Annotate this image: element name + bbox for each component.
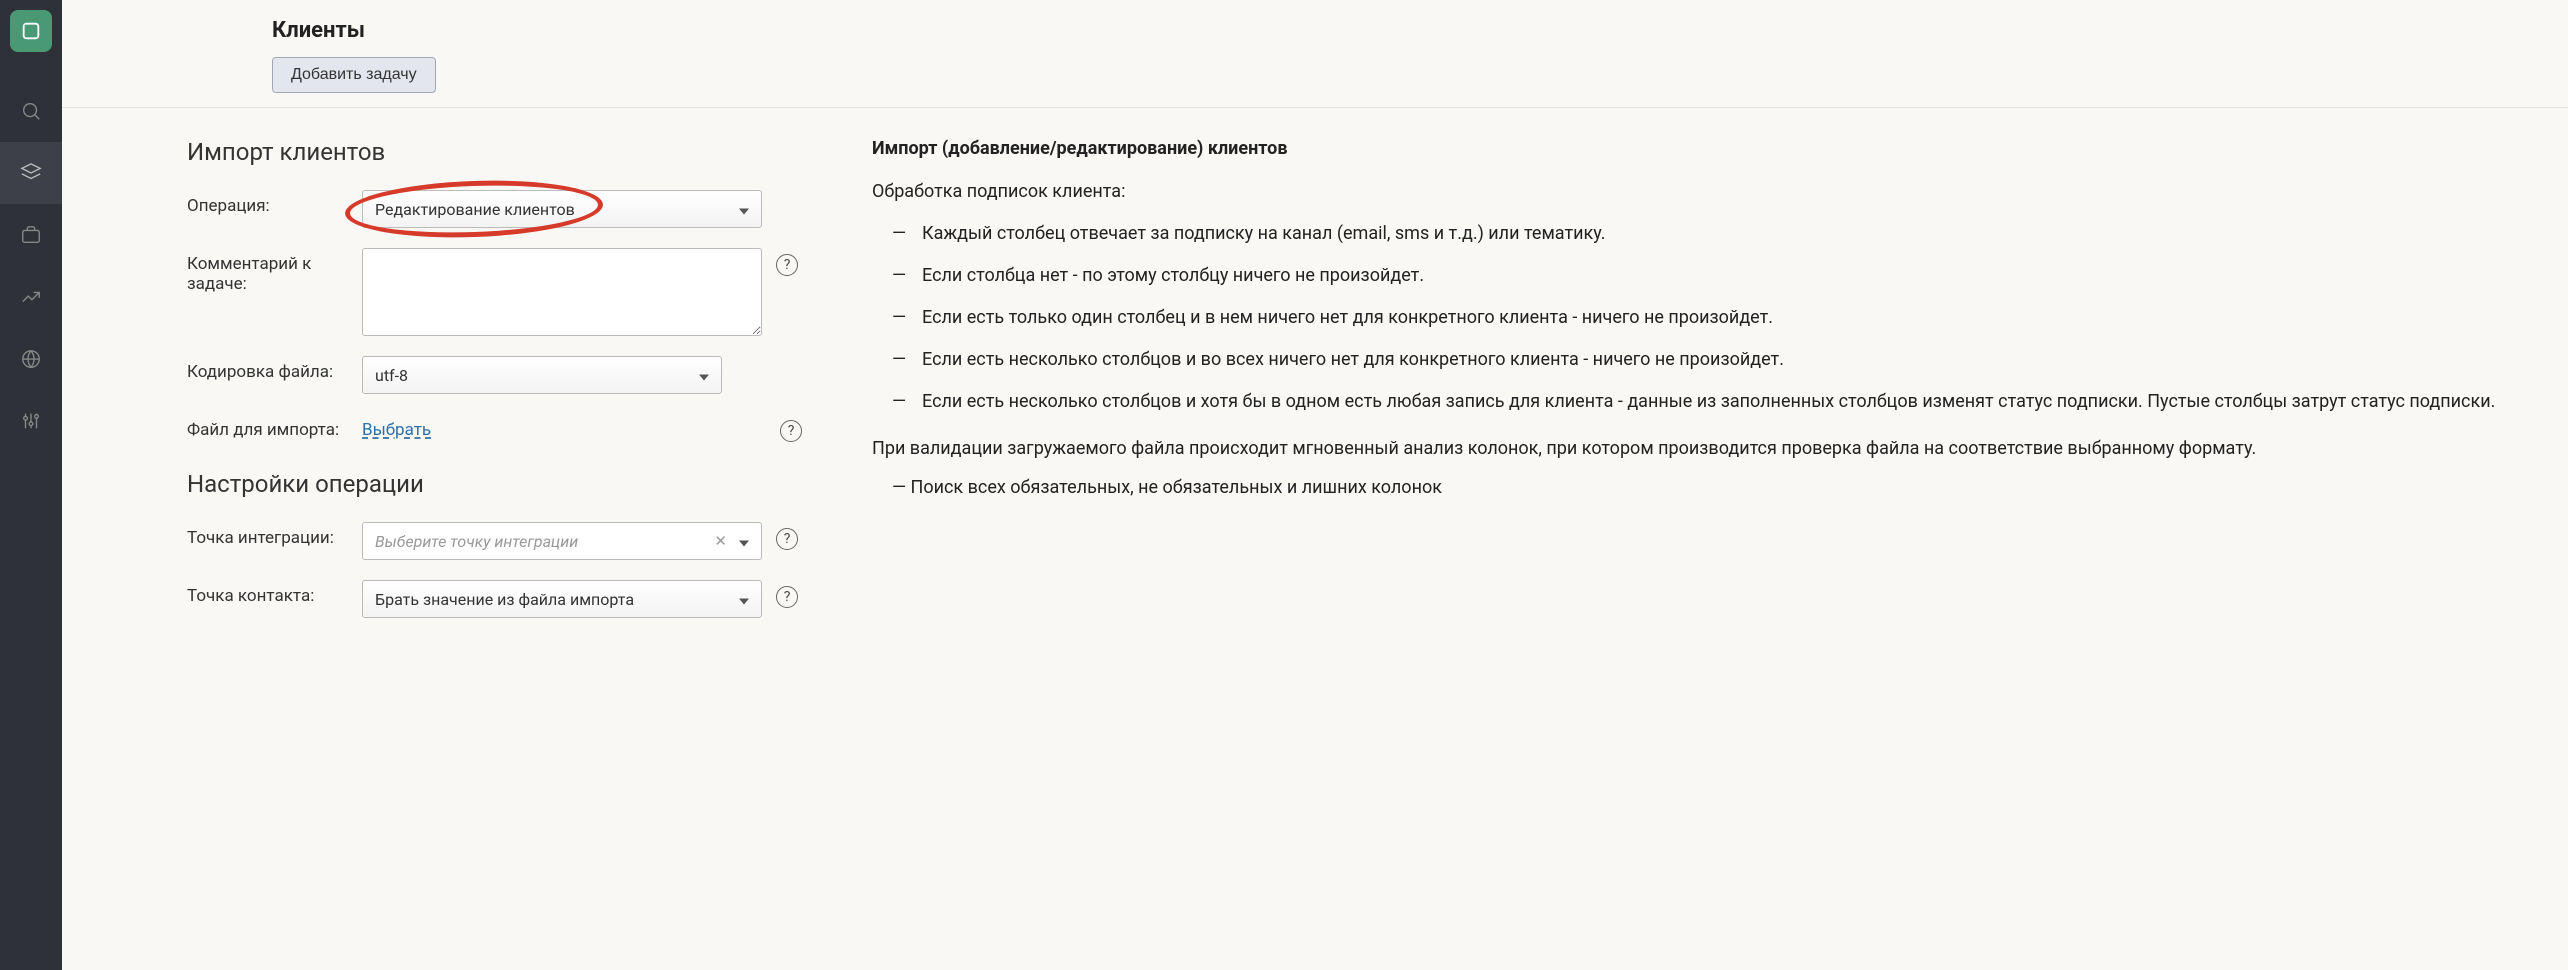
globe-icon <box>20 348 42 370</box>
layers-icon <box>20 162 42 184</box>
caret-down-icon <box>739 590 749 609</box>
encoding-value: utf-8 <box>375 366 408 385</box>
comment-textarea[interactable] <box>362 248 762 336</box>
section-import-title: Импорт клиентов <box>187 138 802 166</box>
sidebar-item-layers[interactable] <box>0 142 62 204</box>
clear-icon[interactable]: ✕ <box>714 532 727 550</box>
operation-select[interactable]: Редактирование клиентов <box>362 190 762 228</box>
sliders-icon <box>20 410 42 432</box>
help-icon[interactable]: ? <box>776 254 798 276</box>
info-bullet: Каждый столбец отвечает за подписку на к… <box>922 220 2508 248</box>
contact-point-select[interactable]: Брать значение из файла импорта <box>362 580 762 618</box>
comment-label: Комментарий к задаче: <box>187 248 362 294</box>
help-icon[interactable]: ? <box>776 586 798 608</box>
integration-placeholder: Выберите точку интеграции <box>375 532 578 551</box>
section-settings-title: Настройки операции <box>187 470 802 498</box>
operation-label: Операция: <box>187 190 362 216</box>
sidebar-item-briefcase[interactable] <box>0 204 62 266</box>
integration-select[interactable]: Выберите точку интеграции ✕ <box>362 522 762 560</box>
page-header: Клиенты Добавить задачу <box>62 0 2568 108</box>
info-validation-dash: — Поиск всех обязательных, не обязательн… <box>872 477 2508 498</box>
info-bullet: Если есть несколько столбцов и во всех н… <box>922 346 2508 374</box>
contact-point-label: Точка контакта: <box>187 580 362 606</box>
file-label: Файл для импорта: <box>187 414 362 440</box>
caret-down-icon <box>699 366 709 385</box>
info-panel: Импорт (добавление/редактирование) клиен… <box>802 138 2568 638</box>
operation-value: Редактирование клиентов <box>375 200 575 219</box>
help-icon[interactable]: ? <box>780 420 802 442</box>
contact-point-value: Брать значение из файла импорта <box>375 590 634 609</box>
main-content: Клиенты Добавить задачу Импорт клиентов … <box>62 0 2568 970</box>
caret-down-icon <box>739 200 749 219</box>
help-icon[interactable]: ? <box>776 528 798 550</box>
info-subscriptions-heading: Обработка подписок клиента: <box>872 181 2508 202</box>
add-task-button[interactable]: Добавить задачу <box>272 57 436 93</box>
info-bullet: Если столбца нет - по этому столбцу ниче… <box>922 262 2508 290</box>
info-validation-para: При валидации загружаемого файла происхо… <box>872 435 2508 463</box>
integration-label: Точка интеграции: <box>187 522 362 548</box>
sidebar-item-settings[interactable] <box>0 390 62 452</box>
briefcase-icon <box>20 224 42 246</box>
page-title: Клиенты <box>272 18 2568 43</box>
choose-file-link[interactable]: Выбрать <box>362 414 431 440</box>
sidebar-item-analytics[interactable] <box>0 266 62 328</box>
search-icon <box>20 100 42 122</box>
app-logo[interactable] <box>10 10 52 52</box>
info-title: Импорт (добавление/редактирование) клиен… <box>872 138 2508 159</box>
info-bullet: Если есть несколько столбцов и хотя бы в… <box>922 388 2508 416</box>
encoding-label: Кодировка файла: <box>187 356 362 382</box>
info-bullet: Если есть только один столбец и в нем ни… <box>922 304 2508 332</box>
sidebar-item-search[interactable] <box>0 80 62 142</box>
encoding-select[interactable]: utf-8 <box>362 356 722 394</box>
trending-up-icon <box>20 286 42 308</box>
sidebar-item-globe[interactable] <box>0 328 62 390</box>
sidebar <box>0 0 62 970</box>
caret-down-icon <box>739 532 749 551</box>
info-bullet-list: Каждый столбец отвечает за подписку на к… <box>872 220 2508 415</box>
